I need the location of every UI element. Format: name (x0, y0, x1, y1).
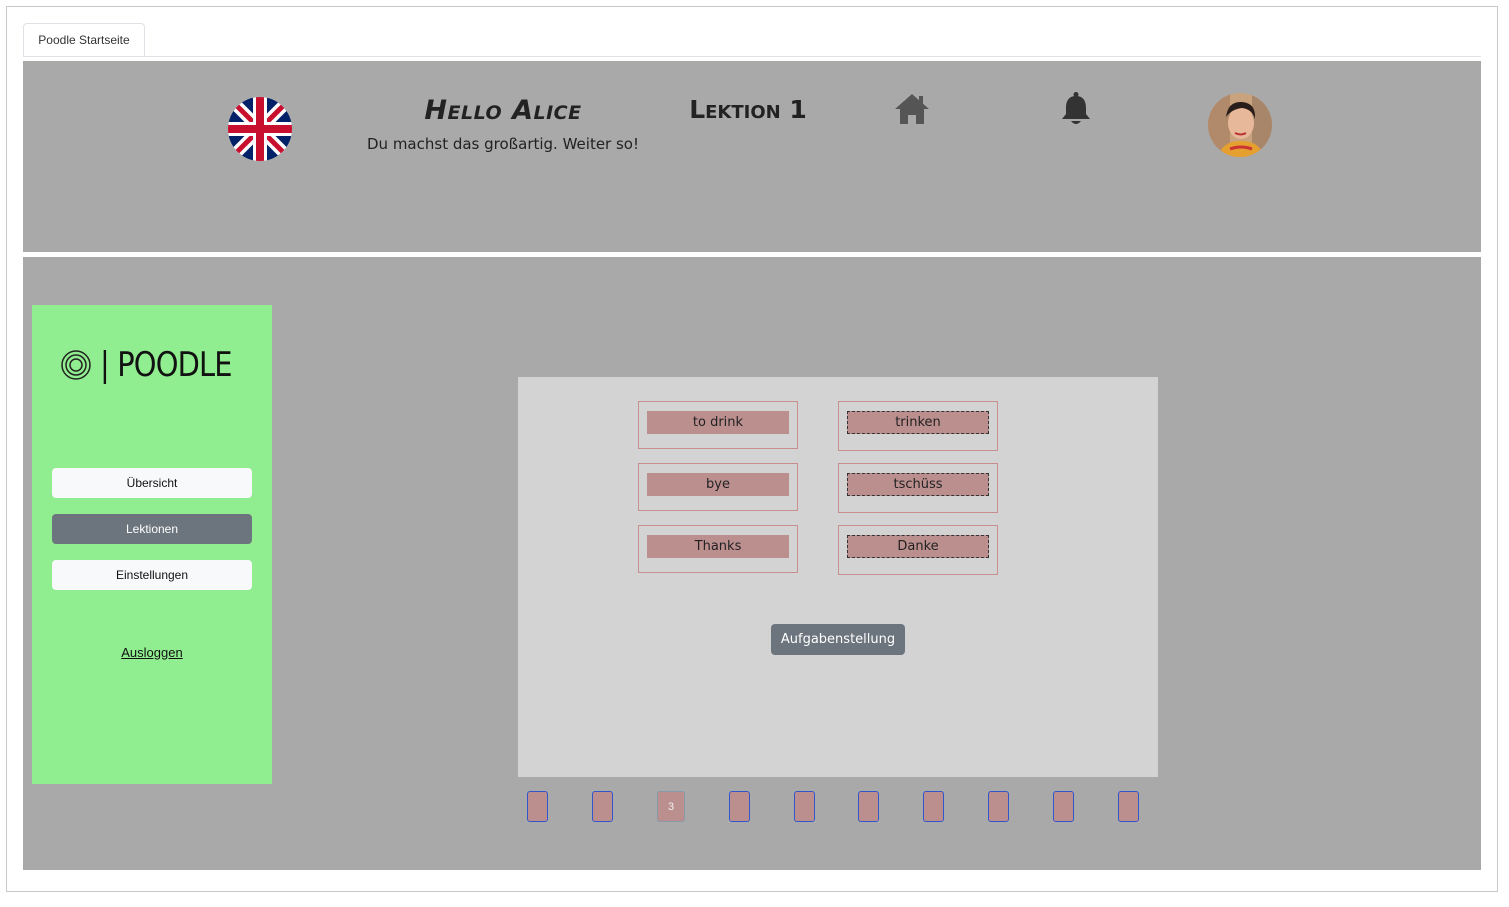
target-cell[interactable]: tschüss (838, 463, 998, 513)
uk-flag-icon[interactable] (228, 97, 292, 161)
pagination-item[interactable] (1053, 791, 1074, 822)
pagination-item[interactable] (527, 791, 548, 822)
source-word[interactable]: bye (647, 473, 789, 496)
target-word[interactable]: tschüss (847, 473, 989, 496)
source-word[interactable]: Thanks (647, 535, 789, 558)
target-word[interactable]: trinken (847, 411, 989, 434)
bell-icon[interactable] (1059, 91, 1093, 127)
pagination-item-current[interactable]: 3 (657, 791, 685, 822)
pagination-item[interactable] (923, 791, 944, 822)
source-cell: to drink (638, 401, 798, 449)
poodle-logo-text: | POODLE (100, 345, 233, 385)
task-description-button[interactable]: Aufgabenstellung (771, 624, 905, 655)
sidebar-item-lektionen[interactable]: Lektionen (52, 514, 252, 544)
pagination-item[interactable] (729, 791, 750, 822)
sidebar-item-einstellungen[interactable]: Einstellungen (52, 560, 252, 590)
target-cell[interactable]: trinken (838, 401, 998, 451)
exercise-card: to drink trinken bye tschüss Thanks Dank… (518, 377, 1158, 777)
sidebar-item-uebersicht[interactable]: Übersicht (52, 468, 252, 498)
home-icon[interactable] (893, 91, 931, 127)
tab-divider (23, 56, 1481, 57)
header-bar: Hello Alice Du machst das großartig. Wei… (23, 61, 1481, 252)
pagination-item[interactable] (1118, 791, 1139, 822)
poodle-logo-icon (61, 350, 91, 380)
target-word[interactable]: Danke (847, 535, 989, 558)
tab-poodle-startseite[interactable]: Poodle Startseite (23, 23, 145, 57)
source-cell: bye (638, 463, 798, 511)
lesson-title: Lektion 1 (689, 95, 807, 124)
main-area: | POODLE Übersicht Lektionen Einstellung… (23, 257, 1481, 870)
pagination-item[interactable] (988, 791, 1009, 822)
poodle-logo: | POODLE (60, 345, 255, 385)
greeting-subtitle: Du machst das großartig. Weiter so! (367, 135, 639, 153)
logout-link[interactable]: Ausloggen (32, 645, 272, 660)
pagination-item[interactable] (858, 791, 879, 822)
target-cell[interactable]: Danke (838, 525, 998, 575)
sidebar: | POODLE Übersicht Lektionen Einstellung… (32, 305, 272, 784)
pagination-item[interactable] (592, 791, 613, 822)
source-word[interactable]: to drink (647, 411, 789, 434)
greeting-title: Hello Alice (424, 95, 582, 126)
pagination-item[interactable] (794, 791, 815, 822)
user-avatar[interactable] (1208, 93, 1272, 157)
source-cell: Thanks (638, 525, 798, 573)
